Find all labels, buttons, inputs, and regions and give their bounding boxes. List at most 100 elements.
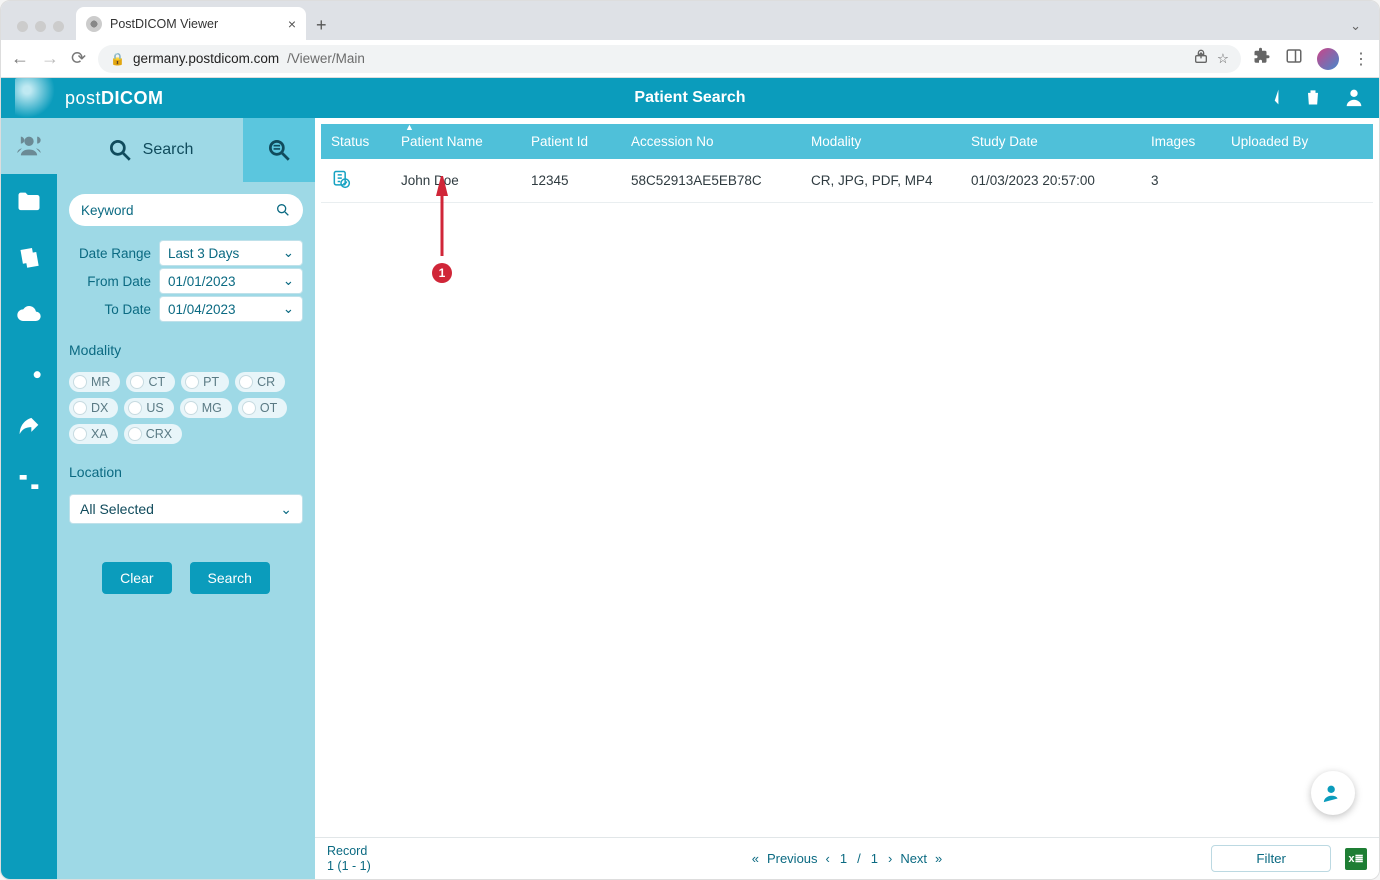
table-row[interactable]: John Doe 12345 58C52913AE5EB78C CR, JPG,… (321, 159, 1373, 203)
magnifier-icon (107, 137, 133, 163)
page-title: Patient Search (634, 89, 745, 107)
status-cell (321, 159, 391, 203)
nav-list-search[interactable] (1, 342, 57, 398)
modality-group: MR CT PT CR DX US MG OT XA CRX (69, 372, 303, 444)
results-area: Status Patient Name Patient Id Accession… (315, 118, 1379, 879)
nav-folders[interactable] (1, 174, 57, 230)
panel-tab-advanced[interactable] (243, 118, 315, 182)
keyword-search[interactable] (69, 194, 303, 226)
col-study-date[interactable]: Study Date (961, 124, 1141, 159)
to-date-label: To Date (69, 302, 151, 317)
date-range-label: Date Range (69, 246, 151, 261)
pager-first[interactable]: « (752, 851, 759, 866)
search-button[interactable]: Search (190, 562, 270, 594)
col-accession[interactable]: Accession No (621, 124, 801, 159)
url-host: germany.postdicom.com (133, 51, 279, 66)
nav-patients[interactable] (1, 118, 57, 174)
panel-tab-label: Search (143, 141, 194, 159)
pager-last[interactable]: » (935, 851, 942, 866)
from-date-select[interactable]: 01/01/2023 ⌄ (159, 268, 303, 294)
reload-button[interactable]: ⟳ (71, 48, 86, 69)
trash-icon[interactable] (1303, 87, 1323, 110)
modality-pill-us[interactable]: US (124, 398, 173, 418)
modality-pill-pt[interactable]: PT (181, 372, 229, 392)
cell-images: 3 (1141, 159, 1221, 203)
logo-globe-icon (15, 78, 55, 118)
pager-prev-arrow[interactable]: ‹ (826, 851, 830, 866)
window-controls (9, 21, 76, 40)
pager-next-arrow[interactable]: › (888, 851, 892, 866)
add-patient-fab[interactable] (1311, 771, 1355, 815)
app-logo[interactable]: postDICOM (15, 78, 164, 118)
nav-cards[interactable] (1, 230, 57, 286)
modality-pill-ot[interactable]: OT (238, 398, 287, 418)
nav-upload[interactable] (1, 286, 57, 342)
modality-pill-xa[interactable]: XA (69, 424, 118, 444)
sort-icon[interactable] (1261, 86, 1283, 111)
profile-avatar[interactable] (1317, 48, 1339, 70)
modality-label: Modality (69, 342, 303, 358)
magnifier-settings-icon (266, 137, 292, 163)
tabs-dropdown-icon[interactable]: ⌄ (1332, 18, 1379, 40)
panel-tab-search[interactable]: Search (57, 118, 243, 182)
favicon-icon (86, 16, 102, 32)
cell-uploaded-by (1221, 159, 1373, 203)
kebab-menu-icon[interactable]: ⋮ (1353, 49, 1369, 69)
chevron-down-icon: ⌄ (283, 273, 294, 289)
side-panel-icon[interactable] (1285, 47, 1303, 70)
modality-pill-ct[interactable]: CT (126, 372, 175, 392)
col-patient-name[interactable]: Patient Name (391, 124, 521, 159)
modality-pill-dx[interactable]: DX (69, 398, 118, 418)
cell-study-date: 01/03/2023 20:57:00 (961, 159, 1141, 203)
address-bar[interactable]: 🔒 germany.postdicom.com/Viewer/Main ☆ (98, 45, 1241, 73)
modality-pill-crx[interactable]: CRX (124, 424, 182, 444)
star-icon[interactable]: ☆ (1217, 51, 1229, 67)
clear-button[interactable]: Clear (102, 562, 171, 594)
nav-share[interactable] (1, 398, 57, 454)
col-uploaded-by[interactable]: Uploaded By (1221, 124, 1373, 159)
record-range: 1 (1 - 1) (327, 859, 371, 873)
chevron-down-icon: ⌄ (283, 245, 294, 261)
nav-rail (1, 118, 57, 879)
col-images[interactable]: Images (1141, 124, 1221, 159)
forward-button[interactable]: → (41, 48, 59, 69)
pager-next[interactable]: Next (900, 851, 927, 866)
browser-tab-strip: PostDICOM Viewer × + ⌄ (1, 1, 1379, 40)
chevron-down-icon: ⌄ (280, 501, 292, 518)
pager-prev[interactable]: Previous (767, 851, 818, 866)
search-icon[interactable] (275, 202, 291, 218)
col-modality[interactable]: Modality (801, 124, 961, 159)
share-icon[interactable] (1193, 49, 1209, 68)
results-table: Status Patient Name Patient Id Accession… (321, 124, 1373, 203)
close-tab-icon[interactable]: × (288, 16, 296, 32)
date-range-select[interactable]: Last 3 Days ⌄ (159, 240, 303, 266)
modality-pill-mg[interactable]: MG (180, 398, 232, 418)
cell-patient-id: 12345 (521, 159, 621, 203)
user-icon[interactable] (1343, 86, 1365, 111)
col-patient-id[interactable]: Patient Id (521, 124, 621, 159)
record-label: Record (327, 844, 371, 858)
to-date-select[interactable]: 01/04/2023 ⌄ (159, 296, 303, 322)
modality-pill-mr[interactable]: MR (69, 372, 120, 392)
modality-pill-cr[interactable]: CR (235, 372, 285, 392)
keyword-input[interactable] (81, 203, 275, 218)
results-footer: Record 1 (1 - 1) « Previous ‹ 1 / 1 › Ne… (315, 837, 1379, 879)
nav-sync[interactable] (1, 454, 57, 510)
from-date-label: From Date (69, 274, 151, 289)
export-excel-icon[interactable]: x≣ (1345, 848, 1367, 870)
back-button[interactable]: ← (11, 48, 29, 69)
location-select[interactable]: All Selected ⌄ (69, 494, 303, 524)
filter-button[interactable]: Filter (1211, 845, 1331, 872)
pager-total: 1 (869, 851, 880, 866)
browser-toolbar: ← → ⟳ 🔒 germany.postdicom.com/Viewer/Mai… (1, 40, 1379, 78)
new-tab-button[interactable]: + (306, 15, 337, 40)
url-path: /Viewer/Main (287, 51, 365, 66)
app-header: postDICOM Patient Search (1, 78, 1379, 118)
pager-current: 1 (838, 851, 849, 866)
browser-tab[interactable]: PostDICOM Viewer × (76, 7, 306, 40)
cell-accession: 58C52913AE5EB78C (621, 159, 801, 203)
study-ready-icon (331, 169, 351, 189)
pager: « Previous ‹ 1 / 1 › Next » (752, 851, 943, 866)
extensions-icon[interactable] (1253, 47, 1271, 70)
col-status[interactable]: Status (321, 124, 391, 159)
